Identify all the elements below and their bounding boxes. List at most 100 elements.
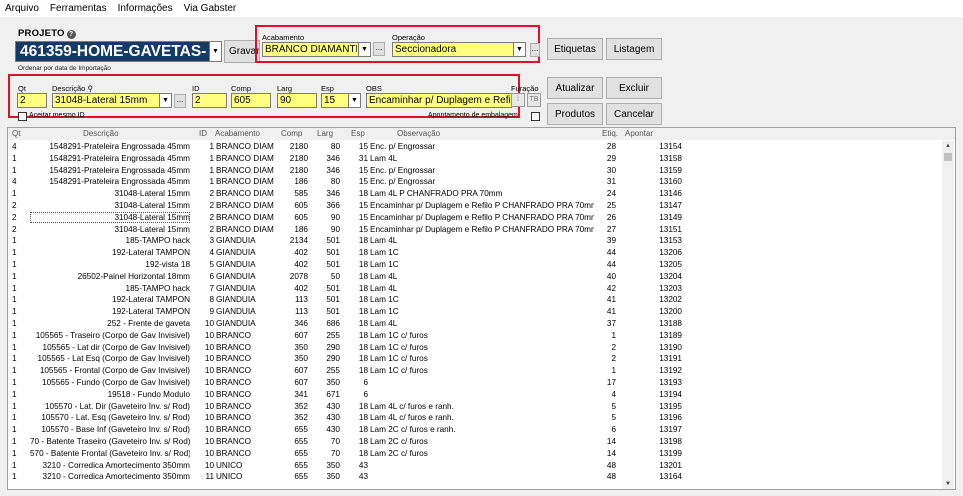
scroll-up-icon[interactable]: ▲ — [942, 141, 954, 151]
esp-select[interactable]: 15 ▼ — [321, 93, 361, 108]
comp-input[interactable]: 605 — [231, 93, 271, 108]
apontamento-checkbox[interactable] — [531, 112, 540, 121]
listagem-button[interactable]: Listagem — [606, 38, 662, 60]
chevron-down-icon[interactable]: ▼ — [209, 42, 221, 61]
table-cell: 1548291-Prateleira Engrossada 45mm — [49, 165, 190, 175]
table-cell: 402 — [294, 283, 308, 293]
operacao-select[interactable]: Seccionadora ▼ — [392, 42, 526, 57]
table-row[interactable]: 1 570 - Batente Frontal (Gaveteiro Inv. s… — [8, 448, 943, 460]
table-row[interactable]: 1 105565 - Lat Esq (Corpo de Gav Invisive… — [8, 353, 943, 365]
table-cell: GIANDUIA — [216, 283, 256, 293]
id-input[interactable]: 2 — [192, 93, 227, 108]
table-row[interactable]: 1 105570 - Lat. Esq (Gaveteiro Inv. s/ Ro… — [8, 412, 943, 424]
column-header[interactable]: Larg — [317, 129, 333, 138]
table-cell: Enc. p/ Engrossar — [370, 165, 436, 175]
table-row[interactable]: 1 105570 - Base Inf (Gaveteiro Inv. s/ Ro… — [8, 424, 943, 436]
table-row[interactable]: 1 31048-Lateral 15mm 2 BRANCO DIAM 585 346 18 L… — [8, 188, 943, 200]
table-cell: 607 — [294, 366, 308, 376]
table-row[interactable]: 1 192-vista 18 5 GIANDUIA 402 501 18 Lam 1C 44 13… — [8, 259, 943, 271]
table-row[interactable]: 2 31048-Lateral 15mm 2 BRANCO DIAM 605 366 15 E… — [8, 200, 943, 212]
column-header[interactable]: Esp — [351, 129, 365, 138]
table-cell: 37 — [606, 319, 616, 328]
table-body[interactable]: 4 1548291-Prateleira Engrossada 45mm 1 BRAN… — [8, 141, 943, 489]
table-cell: 27 — [606, 224, 616, 234]
table-row[interactable]: 1 192-Lateral TAMPON 8 GIANDUIA 113 501 18 Lam … — [8, 294, 943, 306]
etiquetas-button[interactable]: Etiquetas — [547, 38, 603, 60]
operacao-browse-button[interactable]: ... — [530, 43, 540, 57]
scroll-thumb[interactable] — [944, 153, 952, 161]
chevron-down-icon[interactable]: ▼ — [159, 94, 171, 107]
table-row[interactable]: 1 26502-Painel Horizontal 18mm 6 GIANDUIA 20… — [8, 271, 943, 283]
chevron-down-icon[interactable]: ▼ — [348, 94, 360, 107]
table-row[interactable]: 1 1548291-Prateleira Engrossada 45mm 1 BRAN… — [8, 153, 943, 165]
descricao-browse-button[interactable]: ... — [174, 94, 186, 108]
table-cell: 13191 — [659, 354, 682, 364]
table-row[interactable]: 1 105565 - Frontal (Corpo de Gav Invisive… — [8, 365, 943, 377]
column-header[interactable]: Comp — [281, 129, 302, 138]
table-cell: 1 — [12, 307, 17, 317]
cancelar-button[interactable]: Cancelar — [606, 103, 662, 125]
table-cell: GIANDUIA — [216, 319, 256, 328]
search-icon[interactable]: ⚲ — [87, 84, 93, 93]
table-cell: 5 — [209, 260, 214, 269]
table-row[interactable]: 1 105565 - Lat dir (Corpo de Gav Invisive… — [8, 342, 943, 354]
drill-settings-icon[interactable]: TB — [527, 93, 541, 107]
chevron-down-icon[interactable]: ▼ — [358, 43, 370, 56]
produtos-button[interactable]: Produtos — [547, 103, 603, 125]
obs-value: Encaminhar p/ Duplagem e Refilo P CH — [369, 95, 511, 106]
table-row[interactable]: 1 70 - Batente Traseiro (Gaveteiro Inv. s… — [8, 436, 943, 448]
table-row[interactable]: 1 185-TAMPO hack 3 GIANDUIA 2134 501 18 Lam 4L 3… — [8, 235, 943, 247]
menu-item-arquivo[interactable]: Arquivo — [5, 3, 39, 14]
table-cell: Lam 1C — [370, 260, 399, 269]
atualizar-button[interactable]: Atualizar — [547, 77, 603, 99]
table-row[interactable]: 1 19518 - Fundo Modulo 10 BRANCO 341 671 6 4 131… — [8, 389, 943, 401]
obs-input[interactable]: Encaminhar p/ Duplagem e Refilo P CH — [366, 93, 512, 108]
qt-input[interactable]: 2 — [17, 93, 47, 108]
menu-item-informa-es[interactable]: Informações — [118, 3, 173, 14]
column-header[interactable]: Descrição — [83, 129, 119, 138]
table-row[interactable]: 1 252 - Frente de gaveta 10 GIANDUIA 346 686 1… — [8, 318, 943, 330]
table-row[interactable]: 2 31048-Lateral 15mm 2 BRANCO DIAM 605 90 15 En… — [8, 211, 943, 224]
acabamento-select[interactable]: BRANCO DIAMANTE ESS ▼ — [262, 42, 371, 57]
column-header[interactable]: Apontar — [625, 129, 653, 138]
table-cell: 18 — [358, 437, 368, 446]
help-icon[interactable]: ? — [66, 30, 76, 39]
table-cell: 2134 — [289, 236, 308, 246]
aceitar-checkbox[interactable] — [18, 112, 27, 121]
table-row[interactable]: 1 192-Lateral TAMPON 9 GIANDUIA 113 501 18 Lam … — [8, 306, 943, 318]
items-table[interactable]: Qt Descrição ID Acabamento Comp Larg Esp Observ… — [7, 127, 956, 490]
table-row[interactable]: 4 1548291-Prateleira Engrossada 45mm 1 BRAN… — [8, 141, 943, 153]
chevron-down-icon[interactable]: ▼ — [513, 43, 525, 56]
table-row[interactable]: 1 105570 - Lat. Dir (Gaveteiro Inv. s/ Ro… — [8, 401, 943, 413]
table-row[interactable]: 4 1548291-Prateleira Engrossada 45mm 1 BRAN… — [8, 176, 943, 188]
column-header[interactable]: Qt — [12, 129, 20, 138]
table-cell: 2 — [12, 224, 17, 234]
column-header[interactable]: Observação — [397, 129, 440, 138]
menu-item-ferramentas[interactable]: Ferramentas — [50, 3, 107, 14]
table-row[interactable]: 1 105565 - Traseiro (Corpo de Gav Invisiv… — [8, 330, 943, 342]
excluir-button[interactable]: Excluir — [606, 77, 662, 99]
menu-item-via-gabster[interactable]: Via Gabster — [184, 3, 237, 14]
table-row[interactable]: 1 3210 - Corredica Amortecimento 350mm 11 U… — [8, 471, 943, 483]
vertical-scrollbar[interactable]: ▲ ▼ — [942, 141, 954, 489]
drill-icon[interactable]: ⁞ — [511, 93, 525, 107]
table-row[interactable]: 1 192-Lateral TAMPON 4 GIANDUIA 402 501 18 Lam … — [8, 247, 943, 259]
project-label-text: PROJETO — [18, 28, 65, 39]
larg-input[interactable]: 90 — [277, 93, 317, 108]
column-header[interactable]: Etiq. — [602, 129, 618, 138]
descricao-select[interactable]: 31048-Lateral 15mm ▼ — [52, 93, 172, 108]
table-cell: 1 — [12, 260, 17, 269]
table-row[interactable]: 1 105565 - Fundo (Corpo de Gav Invisivel)… — [8, 377, 943, 389]
table-cell: 186 — [294, 224, 308, 234]
acabamento-browse-button[interactable]: ... — [373, 42, 385, 56]
table-row[interactable]: 1 3210 - Corredica Amortecimento 350mm 10 U… — [8, 460, 943, 472]
scroll-down-icon[interactable]: ▼ — [942, 479, 954, 489]
table-row[interactable]: 1 1548291-Prateleira Engrossada 45mm 1 BRAN… — [8, 165, 943, 177]
column-header[interactable]: Acabamento — [215, 129, 260, 138]
project-combo[interactable]: 461359-HOME-GAVETAS-PI ▼ — [15, 41, 222, 62]
table-cell: BRANCO — [216, 330, 252, 340]
table-row[interactable]: 2 31048-Lateral 15mm 2 BRANCO DIAM 186 90 15 En… — [8, 224, 943, 236]
column-header[interactable]: ID — [199, 129, 207, 138]
esp-value: 15 — [324, 95, 336, 106]
table-row[interactable]: 1 185-TAMPO hack 7 GIANDUIA 402 501 18 Lam 4L 42… — [8, 283, 943, 295]
